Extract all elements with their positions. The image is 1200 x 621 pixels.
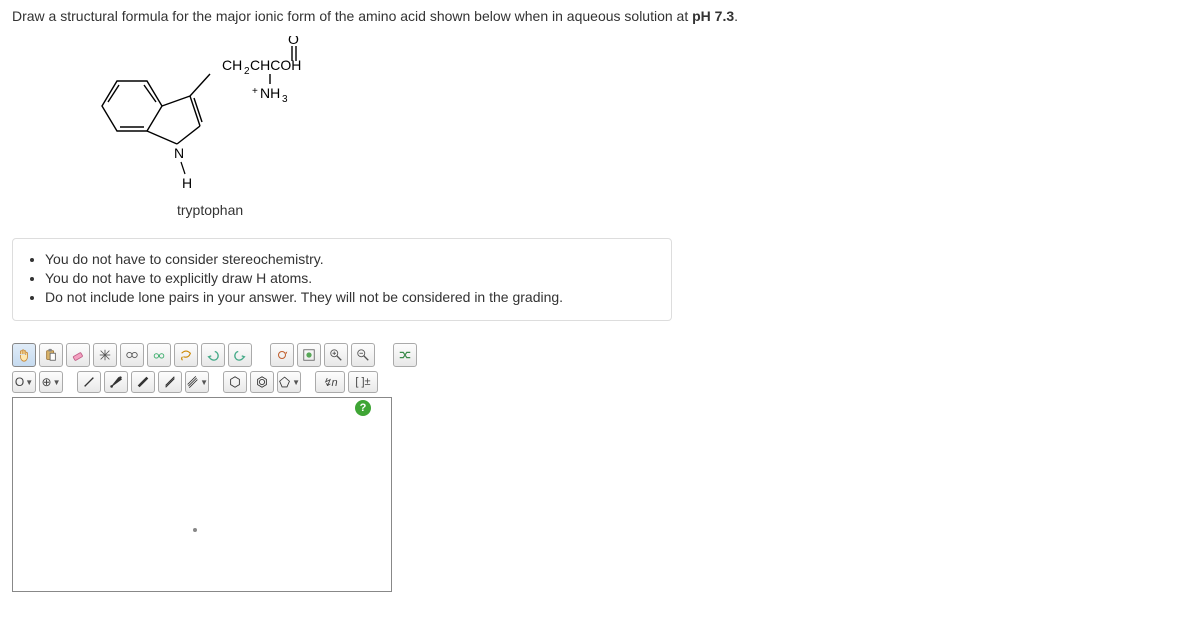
structure-image: O CH 2 CHCOH + NH 3 N H tryptophan: [82, 36, 1188, 218]
chain-label: ↯n: [322, 376, 337, 389]
dash-bond-button[interactable]: [131, 371, 155, 393]
dropdown-caret-icon: ▼: [200, 378, 208, 387]
element-label: O: [15, 375, 24, 389]
svg-text:O: O: [288, 36, 299, 47]
dropdown-caret-icon: ▼: [25, 378, 33, 387]
single-bond-button[interactable]: [77, 371, 101, 393]
plus-icon: ⊕: [42, 375, 52, 389]
drawing-canvas[interactable]: ?: [12, 397, 392, 592]
charge-button[interactable]: [ ]±: [348, 371, 378, 393]
paste-button[interactable]: [39, 343, 63, 367]
question-suffix: .: [734, 8, 738, 24]
cyclohexane-button[interactable]: [223, 371, 247, 393]
structure-name: tryptophan: [177, 202, 1188, 218]
wedge-bond-button[interactable]: [104, 371, 128, 393]
dropdown-caret-icon: ▼: [53, 378, 61, 387]
instruction-item: You do not have to explicitly draw H ato…: [45, 270, 657, 286]
double-bond-button[interactable]: [158, 371, 182, 393]
question-bold: pH 7.3: [692, 8, 734, 24]
editor-toolbar-1: [12, 343, 1188, 367]
fit-button[interactable]: [297, 343, 321, 367]
svg-text:N: N: [174, 145, 184, 161]
shuffle-button[interactable]: [393, 343, 417, 367]
zoom-in-button[interactable]: [324, 343, 348, 367]
chain-button[interactable]: ↯n: [315, 371, 345, 393]
help-button[interactable]: ?: [355, 400, 371, 416]
editor-toolbar-2: O▼ ⊕▼ ▼ ▼ ↯n [ ]±: [12, 371, 1188, 393]
zoom-out-button[interactable]: [351, 343, 375, 367]
add-atom-button[interactable]: ⊕▼: [39, 371, 63, 393]
view-button[interactable]: [120, 343, 144, 367]
benzene-button[interactable]: [250, 371, 274, 393]
instructions-box: You do not have to consider stereochemis…: [12, 238, 672, 321]
svg-text:3: 3: [282, 94, 288, 105]
question-prefix: Draw a structural formula for the major …: [12, 8, 692, 24]
hand-tool-button[interactable]: [12, 343, 36, 367]
svg-text:+: +: [252, 86, 258, 97]
eraser-button[interactable]: [66, 343, 90, 367]
svg-text:H: H: [182, 175, 192, 191]
element-picker-button[interactable]: O▼: [12, 371, 36, 393]
svg-text:NH: NH: [260, 85, 280, 101]
lasso-button[interactable]: [174, 343, 198, 367]
cyclopentane-button[interactable]: ▼: [277, 371, 301, 393]
clear-button[interactable]: [93, 343, 117, 367]
instruction-item: Do not include lone pairs in your answer…: [45, 289, 657, 305]
rotate-button[interactable]: [270, 343, 294, 367]
redo-button[interactable]: [228, 343, 252, 367]
svg-text:CH: CH: [222, 57, 242, 73]
instruction-item: You do not have to consider stereochemis…: [45, 251, 657, 267]
question-text: Draw a structural formula for the major …: [12, 8, 1188, 24]
canvas-marker: [193, 528, 197, 532]
help-icon: ?: [360, 402, 367, 414]
svg-text:CHCOH: CHCOH: [250, 57, 301, 73]
glasses-button[interactable]: [147, 343, 171, 367]
dropdown-caret-icon: ▼: [292, 378, 300, 387]
charge-label: [ ]±: [355, 376, 370, 388]
undo-button[interactable]: [201, 343, 225, 367]
triple-bond-button[interactable]: ▼: [185, 371, 209, 393]
